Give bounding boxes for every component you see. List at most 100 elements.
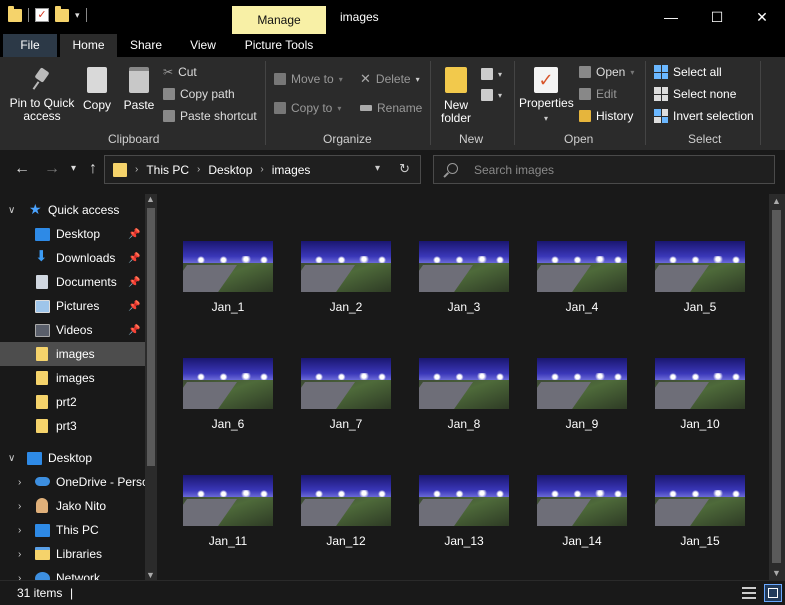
- chevron-right-icon[interactable]: ›: [18, 573, 21, 581]
- chevron-down-icon[interactable]: ∨: [8, 453, 15, 464]
- pin-to-quick-access-button[interactable]: Pin to Quick access: [8, 67, 76, 123]
- select-none-button[interactable]: Select none: [654, 85, 736, 103]
- customize-dropdown-icon[interactable]: ▾: [75, 10, 80, 21]
- sidebar-item-images[interactable]: images: [0, 366, 145, 390]
- copy-to-button[interactable]: Copy to ▾: [274, 99, 341, 117]
- invert-selection-button[interactable]: Invert selection: [654, 107, 754, 125]
- chevron-right-icon[interactable]: ›: [18, 501, 21, 512]
- file-item[interactable]: Jan_2: [301, 241, 391, 321]
- file-item[interactable]: Jan_12: [301, 475, 391, 555]
- folder-icon[interactable]: [8, 5, 22, 22]
- sidebar-item-this-pc[interactable]: › This PC: [0, 518, 145, 542]
- paste-button[interactable]: Paste: [121, 67, 157, 112]
- edit-button[interactable]: Edit: [579, 85, 617, 103]
- file-item[interactable]: Jan_15: [655, 475, 745, 555]
- search-box[interactable]: Search images: [433, 155, 775, 184]
- minimize-button[interactable]: —: [648, 0, 694, 34]
- chevron-down-icon[interactable]: ∨: [8, 205, 15, 216]
- navigation-pane[interactable]: ∨ ★ Quick access Desktop 📌 ⬇ Downloads 📌…: [0, 194, 157, 580]
- refresh-icon[interactable]: ↻: [399, 161, 410, 177]
- open-button[interactable]: Open ▾: [579, 63, 634, 81]
- close-button[interactable]: ✕: [739, 0, 785, 34]
- new-item-button[interactable]: ▾: [481, 65, 502, 83]
- pin-icon[interactable]: 📌: [128, 301, 140, 312]
- pin-icon[interactable]: 📌: [128, 277, 140, 288]
- content-scrollbar[interactable]: ▲ ▼: [769, 194, 785, 580]
- large-icons-view-icon[interactable]: [764, 584, 782, 602]
- rename-button[interactable]: Rename: [360, 99, 422, 117]
- file-item[interactable]: Jan_3: [419, 241, 509, 321]
- scrollbar-thumb[interactable]: [772, 210, 781, 563]
- chevron-right-icon[interactable]: ›: [18, 549, 21, 560]
- sidebar-item-desktop[interactable]: ∨ Desktop: [0, 446, 145, 470]
- sidebar-item-jako-nito[interactable]: › Jako Nito: [0, 494, 145, 518]
- address-bar[interactable]: › This PC › Desktop › images ▾ ↻: [104, 155, 421, 184]
- sidebar-item-libraries[interactable]: › Libraries: [0, 542, 145, 566]
- details-view-icon[interactable]: [740, 584, 758, 602]
- maximize-button[interactable]: ☐: [694, 0, 740, 34]
- breadcrumb-separator-icon[interactable]: ›: [197, 164, 200, 175]
- file-item[interactable]: Jan_5: [655, 241, 745, 321]
- file-item[interactable]: Jan_4: [537, 241, 627, 321]
- tab-share[interactable]: Share: [122, 34, 170, 57]
- file-item[interactable]: Jan_14: [537, 475, 627, 555]
- copy-button[interactable]: Copy: [80, 67, 114, 112]
- properties-button[interactable]: ✓ Properties ▾: [519, 67, 574, 125]
- back-arrow-icon[interactable]: ←: [14, 160, 30, 178]
- delete-button[interactable]: ✕ Delete ▾: [360, 70, 420, 88]
- chevron-right-icon[interactable]: ›: [18, 477, 21, 488]
- pin-icon[interactable]: 📌: [128, 229, 140, 240]
- sidebar-item-prt2[interactable]: prt2: [0, 390, 145, 414]
- address-dropdown-icon[interactable]: ▾: [375, 163, 380, 174]
- sidebar-item-desktop-pinned[interactable]: Desktop 📌: [0, 222, 145, 246]
- recent-locations-chevron-icon[interactable]: ▾: [71, 163, 76, 174]
- chevron-right-icon[interactable]: ›: [18, 525, 21, 536]
- file-item[interactable]: Jan_9: [537, 358, 627, 438]
- sidebar-item-downloads[interactable]: ⬇ Downloads 📌: [0, 246, 145, 270]
- move-to-button[interactable]: Move to ▾: [274, 70, 343, 88]
- tab-manage[interactable]: Manage: [232, 6, 326, 34]
- new-folder-icon[interactable]: [55, 5, 69, 22]
- tab-file[interactable]: File: [3, 34, 57, 57]
- file-item[interactable]: Jan_6: [183, 358, 273, 438]
- breadcrumb-images[interactable]: images: [272, 163, 311, 177]
- sidebar-item-quick-access[interactable]: ∨ ★ Quick access: [0, 198, 145, 222]
- sidebar-scrollbar[interactable]: ▲ ▼: [145, 194, 157, 580]
- file-item[interactable]: Jan_13: [419, 475, 509, 555]
- scroll-down-icon[interactable]: ▼: [146, 570, 155, 580]
- select-all-button[interactable]: Select all: [654, 63, 722, 81]
- scroll-up-icon[interactable]: ▲: [146, 194, 155, 204]
- properties-check-icon[interactable]: ✓: [35, 8, 49, 22]
- forward-arrow-icon[interactable]: →: [44, 160, 60, 178]
- breadcrumb-this-pc[interactable]: This PC: [146, 163, 189, 177]
- breadcrumb-separator-icon[interactable]: ›: [260, 164, 263, 175]
- pin-icon[interactable]: 📌: [128, 325, 140, 336]
- tab-view[interactable]: View: [180, 34, 226, 57]
- sidebar-item-documents[interactable]: Documents 📌: [0, 270, 145, 294]
- sidebar-item-videos[interactable]: Videos 📌: [0, 318, 145, 342]
- tab-picture-tools[interactable]: Picture Tools: [232, 34, 326, 57]
- file-item[interactable]: Jan_11: [183, 475, 273, 555]
- sidebar-item-onedrive[interactable]: › OneDrive - Perso: [0, 470, 149, 494]
- breadcrumb-separator-icon[interactable]: ›: [135, 164, 138, 175]
- sidebar-item-prt3[interactable]: prt3: [0, 414, 145, 438]
- easy-access-button[interactable]: ▾: [481, 86, 502, 104]
- history-button[interactable]: History: [579, 107, 633, 125]
- file-item[interactable]: Jan_7: [301, 358, 391, 438]
- tab-home[interactable]: Home: [60, 34, 117, 57]
- file-item[interactable]: Jan_8: [419, 358, 509, 438]
- breadcrumb-desktop[interactable]: Desktop: [208, 163, 252, 177]
- file-item[interactable]: Jan_10: [655, 358, 745, 438]
- pin-icon[interactable]: 📌: [128, 253, 140, 264]
- scroll-down-icon[interactable]: ▼: [772, 568, 781, 578]
- copy-path-button[interactable]: Copy path: [163, 85, 235, 103]
- new-folder-button[interactable]: New folder: [437, 67, 475, 125]
- paste-shortcut-button[interactable]: Paste shortcut: [163, 107, 257, 125]
- cut-button[interactable]: ✂ Cut: [163, 63, 197, 81]
- up-arrow-icon[interactable]: ↑: [89, 160, 97, 178]
- sidebar-item-pictures[interactable]: Pictures 📌: [0, 294, 145, 318]
- scrollbar-thumb[interactable]: [147, 208, 155, 466]
- sidebar-item-images-selected[interactable]: images: [0, 342, 145, 366]
- file-item[interactable]: Jan_1: [183, 241, 273, 321]
- file-list[interactable]: Jan_1 Jan_2 Jan_3 Jan_4 Jan_5 Jan_6 Jan_…: [160, 194, 769, 580]
